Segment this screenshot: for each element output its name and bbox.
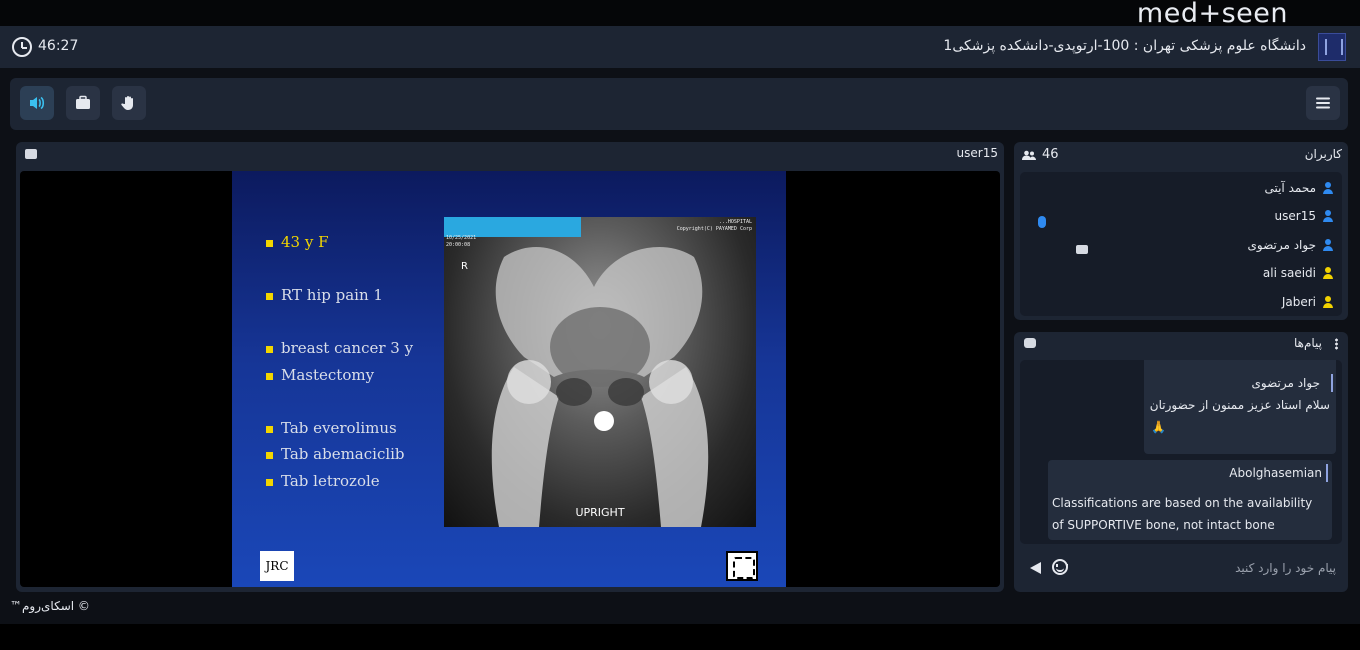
university-seal-icon: [726, 551, 758, 581]
xray-marker-dot: [594, 411, 614, 431]
emoji-icon[interactable]: [1052, 559, 1068, 575]
jrc-logo: JRC: [260, 551, 294, 581]
header-bar: 46:27 دانشگاه علوم پزشکی تهران : 100-ارت…: [0, 26, 1360, 68]
slide-bullet: Mastectomy: [266, 366, 374, 384]
message-author: جواد مرتضوی: [1251, 376, 1321, 390]
brand-logo: med+seen: [1136, 0, 1288, 29]
xray-orientation-marker: R: [461, 261, 468, 272]
xray-redaction-bar: [444, 217, 581, 237]
user-row[interactable]: جواد مرتضوی: [1248, 235, 1335, 255]
video-stream[interactable]: 43 y F RT hip pain 1 breast cancer 3 y M…: [20, 171, 1000, 587]
briefcase-icon: [76, 95, 90, 109]
xray-header-line: ...HOSPITAL: [718, 219, 752, 225]
person-icon: [1322, 267, 1334, 279]
users-panel-title: کاربران: [1304, 147, 1342, 161]
user-name: user15: [1274, 209, 1316, 223]
user-name: Jaberi: [1281, 295, 1316, 309]
chat-panel-title: پیام‌ها: [1293, 336, 1322, 350]
slide-bullet: Tab letrozole: [266, 472, 380, 490]
presentation-slide: 43 y F RT hip pain 1 breast cancer 3 y M…: [232, 171, 786, 587]
message-accent-bar: [1326, 464, 1328, 482]
message-text: Classifications are based on the availab…: [1052, 496, 1313, 532]
chat-messages[interactable]: جواد مرتضوی سلام استاد عزیز ممنون از حضو…: [1020, 360, 1342, 544]
chat-input-row: [1020, 548, 1342, 588]
user-row[interactable]: user15: [1275, 206, 1334, 226]
xray-header-line: Copyright(C) PAYAMED Corp: [676, 226, 752, 232]
user-name: جواد مرتضوی: [1247, 238, 1317, 252]
slide-bullet: Tab abemaciclib: [266, 445, 405, 463]
message-author: Abolghasemian: [1229, 466, 1322, 480]
slide-bullet: 43 y F: [266, 233, 329, 251]
more-options-icon[interactable]: [1335, 338, 1338, 350]
message-accent-bar: [1331, 374, 1333, 392]
chat-bubble-icon: [1024, 338, 1036, 348]
speaker-icon: [30, 96, 45, 110]
xray-label: UPRIGHT: [575, 506, 625, 519]
user-row[interactable]: محمد آیتی: [1264, 178, 1334, 198]
person-icon: [1322, 296, 1334, 308]
presenter-name: user15: [956, 146, 998, 160]
send-icon[interactable]: [1030, 562, 1041, 574]
toolbar: [10, 78, 1348, 130]
users-count: 46: [1042, 147, 1059, 162]
slide-bullet: Tab everolimus: [266, 419, 397, 437]
person-icon: [1322, 182, 1334, 194]
message-text: سلام استاد عزیز ممنون از حضورتان: [1149, 398, 1330, 412]
footer-copyright: © اسکای‌روم™: [10, 599, 90, 613]
pelvis-xray-image: ...HOSPITAL Copyright(C) PAYAMED Corp 10…: [444, 217, 756, 527]
hamburger-menu-icon: [1316, 97, 1330, 109]
xray-header-text: ...HOSPITAL Copyright(C) PAYAMED Corp: [677, 219, 752, 233]
screen-share-icon[interactable]: [25, 149, 37, 159]
slide-bullet: RT hip pain 1: [266, 286, 383, 304]
briefcase-button[interactable]: [66, 86, 100, 120]
pelvis-xray-drawing: [491, 247, 709, 527]
top-band: med+seen: [0, 0, 1360, 29]
chat-input[interactable]: [1096, 558, 1336, 578]
slide-bullet: breast cancer 3 y: [266, 339, 413, 357]
user-name: محمد آیتی: [1264, 181, 1316, 195]
person-icon: [1322, 239, 1334, 251]
users-panel: 46 کاربران محمد آیتی user15 جواد مرتضوی …: [1014, 142, 1348, 320]
chat-panel: پیام‌ها جواد مرتضوی سلام استاد عزیز ممنو…: [1014, 332, 1348, 592]
user-name: ali saeidi: [1262, 266, 1316, 280]
speaker-button[interactable]: [20, 86, 54, 120]
session-timer: 46:27: [38, 38, 79, 54]
pray-emoji-icon: 🙏: [1151, 420, 1166, 434]
university-logo-icon: [1318, 33, 1346, 61]
xray-date-text: 10/25/2021 20:00:08: [446, 235, 476, 249]
person-icon: [1322, 210, 1334, 222]
user-row[interactable]: Jaberi: [1282, 292, 1334, 312]
clock-icon: [12, 37, 32, 57]
video-panel: user15 43 y F RT hip pain 1 breast cance…: [16, 142, 1004, 592]
raise-hand-button[interactable]: [112, 86, 146, 120]
hand-icon: [121, 96, 133, 110]
chat-message: Abolghasemian Classifications are based …: [1048, 460, 1332, 540]
users-list: محمد آیتی user15 جواد مرتضوی ali saeidi …: [1020, 172, 1342, 316]
bottom-band: [0, 624, 1360, 650]
microphone-icon[interactable]: [1038, 216, 1046, 228]
xray-time: 20:00:08: [446, 242, 471, 248]
screen-share-icon: [1076, 245, 1088, 254]
user-row[interactable]: ali saeidi: [1263, 263, 1334, 283]
users-icon: [1022, 150, 1036, 160]
xray-date: 10/25/2021: [446, 235, 477, 241]
chat-message: جواد مرتضوی سلام استاد عزیز ممنون از حضو…: [1144, 360, 1336, 454]
course-title: دانشگاه علوم پزشکی تهران : 100-ارتوپدی-د…: [943, 38, 1306, 54]
menu-button[interactable]: [1306, 86, 1340, 120]
